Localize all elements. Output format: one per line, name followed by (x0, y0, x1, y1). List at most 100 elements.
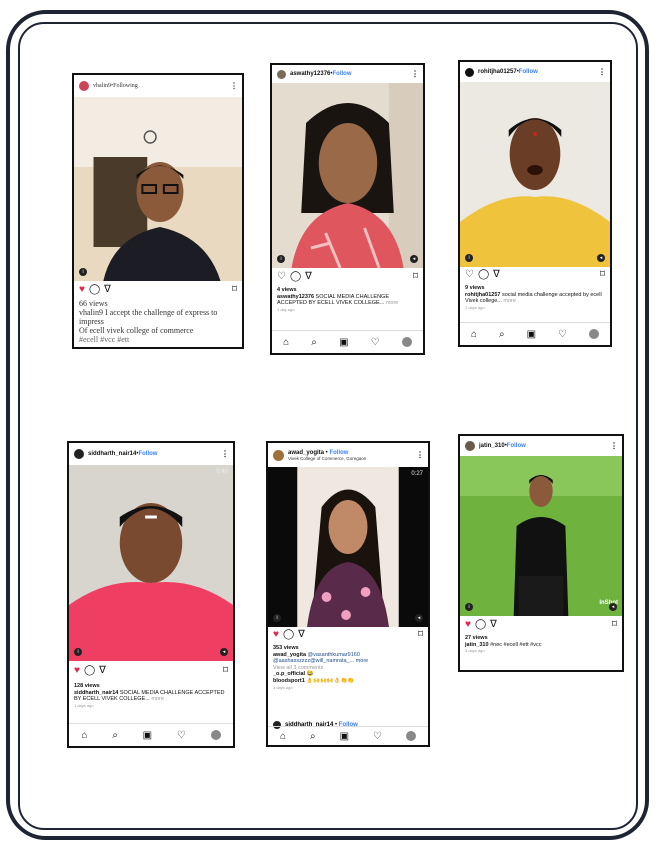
more-options-icon[interactable]: ⋮ (598, 68, 606, 77)
avatar[interactable] (273, 449, 284, 461)
avatar[interactable] (79, 81, 89, 91)
bookmark-icon[interactable]: ⌑ (600, 269, 605, 280)
follow-button[interactable]: Follow (519, 69, 538, 75)
follow-button[interactable]: Follow (138, 451, 157, 457)
profile-avatar[interactable] (210, 730, 221, 740)
share-icon[interactable]: ∇ (104, 284, 111, 295)
home-icon[interactable]: ⌂ (283, 337, 289, 348)
comment-username[interactable]: bloodsport1 (273, 678, 305, 684)
username[interactable]: rohitjha01257 (478, 69, 517, 75)
post-card-awad_yogita[interactable]: awad_yogita • Follow Vivek College of Com… (266, 441, 430, 747)
following-label[interactable]: Following (113, 83, 138, 89)
share-icon[interactable]: ∇ (305, 271, 312, 282)
post-card-vhalin9[interactable]: vhalin9 • Following ⋮ i ♥ ◯ ∇ ⌑ 66 views… (72, 73, 244, 349)
caption-username[interactable]: vhalin9 (79, 308, 103, 317)
share-icon[interactable]: ∇ (493, 269, 500, 280)
more-link[interactable]: more (503, 298, 516, 304)
home-icon[interactable]: ⌂ (280, 731, 286, 742)
post-card-aswathy12376[interactable]: aswathy12376 • Follow ⋮ i ◂ ♡ ◯ ∇ ⌑ 4 vi… (270, 63, 425, 355)
info-icon[interactable]: i (277, 255, 285, 263)
info-icon[interactable]: i (79, 268, 87, 276)
view-count[interactable]: 9 views (465, 285, 606, 292)
more-link[interactable]: more (151, 696, 164, 702)
comment-icon[interactable]: ◯ (84, 665, 95, 676)
bookmark-icon[interactable]: ⌑ (413, 271, 418, 282)
video-thumbnail[interactable]: i ◂ (272, 83, 423, 268)
share-icon[interactable]: ∇ (99, 665, 106, 676)
activity-icon[interactable]: ♡ (373, 731, 382, 742)
mute-icon[interactable]: ◂ (609, 603, 617, 611)
info-icon[interactable]: i (273, 614, 281, 622)
reels-icon[interactable]: ▣ (339, 337, 348, 348)
comment-icon[interactable]: ◯ (475, 619, 486, 630)
view-count[interactable]: 27 views (465, 635, 618, 642)
share-icon[interactable]: ∇ (490, 619, 497, 630)
comment-icon[interactable]: ◯ (89, 284, 100, 295)
comment-icon[interactable]: ◯ (290, 271, 301, 282)
follow-button[interactable]: Follow (507, 443, 526, 449)
like-icon[interactable]: ♡ (465, 269, 474, 280)
home-icon[interactable]: ⌂ (471, 329, 477, 340)
username[interactable]: siddharth_nair14 (88, 451, 136, 457)
username[interactable]: vhalin9 (93, 83, 111, 89)
location-subtitle[interactable]: Vivek College of Commerce, Goregaon (288, 456, 366, 461)
mute-icon[interactable]: ◂ (597, 254, 605, 262)
caption-mention[interactable]: @vasanthkumar9160 (306, 652, 360, 658)
video-thumbnail[interactable]: i (74, 97, 242, 281)
activity-icon[interactable]: ♡ (558, 329, 567, 340)
search-icon[interactable]: ⌕ (499, 329, 505, 340)
video-thumbnail[interactable]: 0:40 i ◂ (69, 465, 233, 661)
comment-username[interactable]: _o.p_official (273, 671, 305, 677)
profile-avatar[interactable] (406, 731, 416, 741)
mute-icon[interactable]: ◂ (410, 255, 418, 263)
search-icon[interactable]: ⌕ (311, 337, 317, 348)
search-icon[interactable]: ⌕ (310, 731, 316, 742)
comment-icon[interactable]: ◯ (283, 629, 294, 640)
avatar[interactable] (277, 69, 286, 79)
reels-icon[interactable]: ▣ (527, 329, 536, 340)
bookmark-icon[interactable]: ⌑ (612, 619, 617, 630)
like-icon[interactable]: ♥ (465, 619, 471, 630)
post-card-rohitjha01257[interactable]: rohitjha01257 • Follow ⋮ i ◂ ♡ ◯ ∇ ⌑ 9 v… (458, 60, 612, 347)
view-count[interactable]: 353 views (273, 645, 424, 652)
more-options-icon[interactable]: ⋮ (416, 451, 424, 460)
avatar[interactable] (465, 67, 474, 77)
more-options-icon[interactable]: ⋮ (230, 82, 238, 91)
reels-icon[interactable]: ▣ (143, 730, 152, 741)
username[interactable]: jatin_310 (479, 443, 505, 449)
post-card-siddharth_nair14[interactable]: siddharth_nair14 • Follow ⋮ 0:40 i ◂ ♥ ◯… (67, 441, 235, 748)
search-icon[interactable]: ⌕ (112, 730, 118, 741)
home-icon[interactable]: ⌂ (81, 730, 87, 741)
like-icon[interactable]: ♡ (277, 271, 286, 282)
like-icon[interactable]: ♥ (79, 284, 85, 295)
like-icon[interactable]: ♥ (74, 665, 80, 676)
more-options-icon[interactable]: ⋮ (411, 70, 419, 79)
bookmark-icon[interactable]: ⌑ (232, 284, 237, 295)
avatar[interactable] (74, 449, 84, 459)
video-thumbnail[interactable]: 0:27 i ◂ (268, 467, 428, 627)
video-thumbnail[interactable]: i ◂ (460, 82, 610, 267)
profile-avatar[interactable] (589, 329, 599, 339)
caption-line[interactable]: @aashasszzzz@will_namrata_... more (273, 658, 424, 665)
mute-icon[interactable]: ◂ (415, 614, 423, 622)
follow-button[interactable]: Follow (329, 450, 348, 456)
comment-icon[interactable]: ◯ (478, 269, 489, 280)
more-options-icon[interactable]: ⋮ (610, 442, 618, 451)
share-icon[interactable]: ∇ (298, 629, 305, 640)
caption-username[interactable]: jatin_310 (465, 642, 489, 648)
video-thumbnail[interactable]: InShot i ◂ (460, 456, 622, 616)
caption-hashtags[interactable]: #nec #ecell #ett #vcc (489, 642, 541, 648)
caption-username[interactable]: siddharth_nair14 (74, 690, 118, 696)
mute-icon[interactable]: ◂ (220, 648, 228, 656)
more-options-icon[interactable]: ⋮ (221, 450, 229, 459)
activity-icon[interactable]: ♡ (371, 337, 380, 348)
view-count[interactable]: 66 views (79, 299, 238, 308)
info-icon[interactable]: i (465, 603, 473, 611)
like-icon[interactable]: ♥ (273, 629, 279, 640)
activity-icon[interactable]: ♡ (177, 730, 186, 741)
caption-username[interactable]: aswathy12376 (277, 294, 314, 300)
follow-button[interactable]: Follow (332, 71, 351, 77)
bookmark-icon[interactable]: ⌑ (223, 665, 228, 676)
caption-username[interactable]: rohitjha01257 (465, 292, 500, 298)
username[interactable]: awad_yogita (288, 450, 324, 456)
